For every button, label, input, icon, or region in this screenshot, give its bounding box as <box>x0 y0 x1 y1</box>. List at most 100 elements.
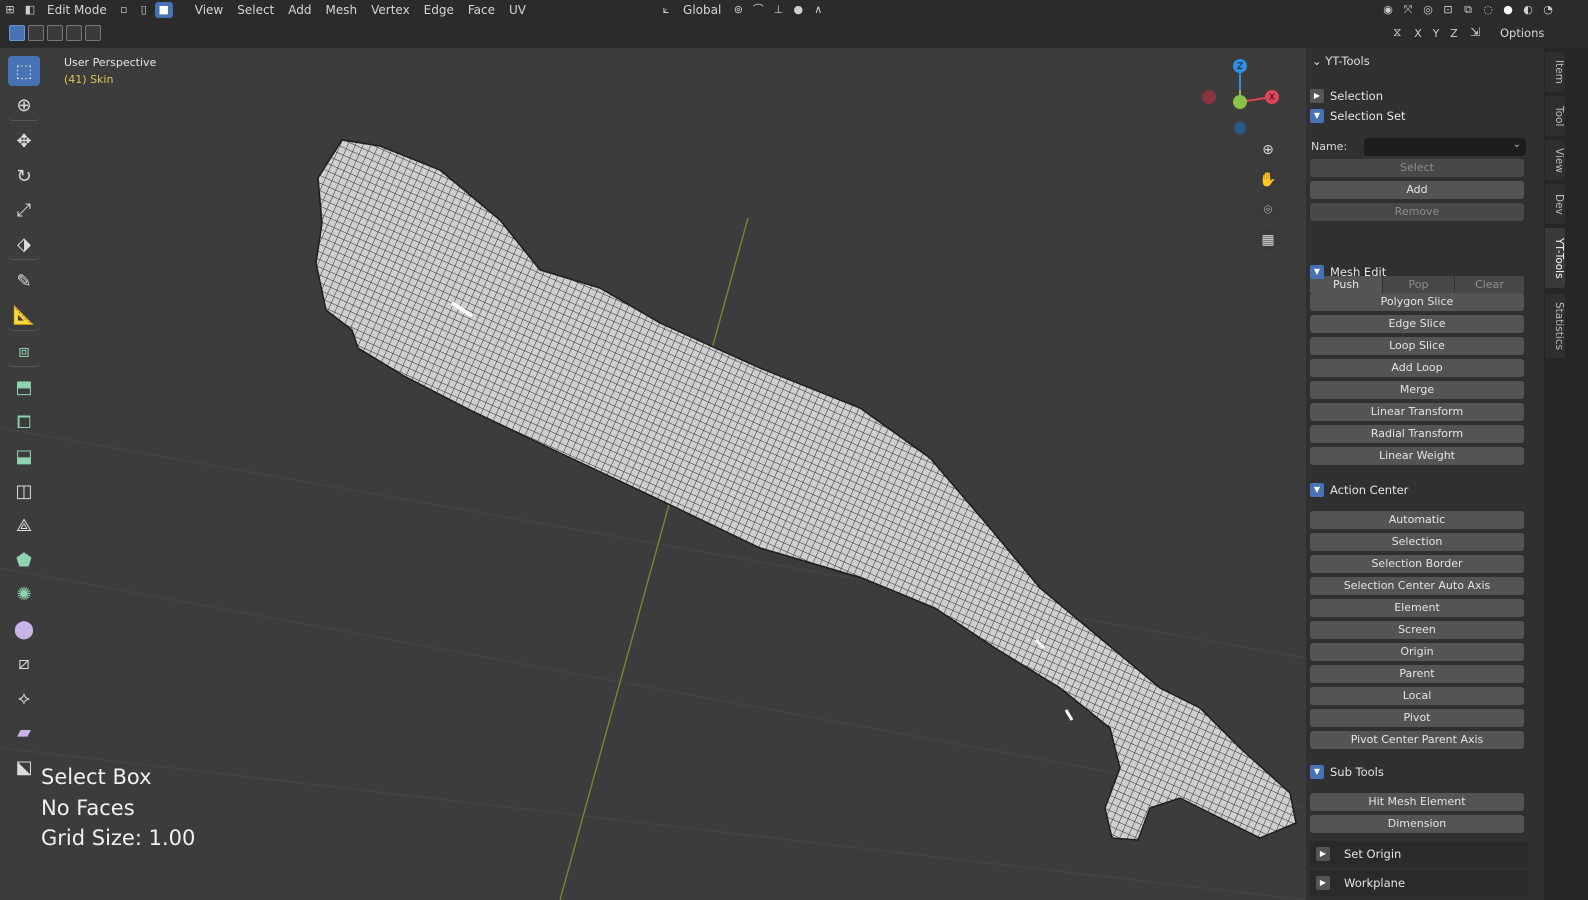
mesh-overlay-icon[interactable]: ⊡ <box>1439 2 1457 18</box>
pivot-button[interactable]: Pivot <box>1310 709 1524 727</box>
poly-build-tool-icon[interactable]: ⬟ <box>8 545 40 575</box>
options-dropdown[interactable]: Options <box>1500 26 1544 40</box>
proportional-edit-icon[interactable]: ● <box>789 2 807 18</box>
rendered-shading-icon[interactable]: ◔ <box>1539 2 1557 18</box>
neg-x-axis-handle[interactable] <box>1202 90 1216 104</box>
panel-header[interactable]: ⌄ YT-Tools <box>1312 54 1534 72</box>
tab-yt-tools[interactable]: YT-Tools <box>1545 228 1565 288</box>
pivot-center-parent-axis-button[interactable]: Pivot Center Parent Axis <box>1310 731 1524 749</box>
mirror-x-toggle[interactable]: X <box>1410 25 1426 43</box>
selection-button[interactable]: Selection <box>1310 533 1524 551</box>
menu-uv[interactable]: UV <box>502 0 533 20</box>
element-button[interactable]: Element <box>1310 599 1524 617</box>
selection-set-name-dropdown[interactable]: ⌄ <box>1364 138 1526 156</box>
tab-dev[interactable]: Dev <box>1545 184 1565 224</box>
face-select-icon[interactable]: ■ <box>155 2 173 18</box>
navigation-gizmo[interactable]: Z X <box>1195 55 1290 140</box>
local-button[interactable]: Local <box>1310 687 1524 705</box>
expand-triangle-icon[interactable]: ▶ <box>1316 847 1330 861</box>
cursor-tool-icon[interactable]: ⊕ <box>8 91 40 121</box>
polygon-slice-button[interactable]: Polygon Slice <box>1310 293 1524 311</box>
section-action-center[interactable]: ▼Action Center <box>1310 480 1528 500</box>
edge-slide-tool-icon[interactable]: ⧄ <box>8 649 40 679</box>
editor-type-icon[interactable]: ⊞ <box>1 2 19 18</box>
menu-mesh[interactable]: Mesh <box>319 0 365 20</box>
menu-face[interactable]: Face <box>461 0 502 20</box>
arm-mesh[interactable] <box>316 140 1296 840</box>
expand-triangle-icon[interactable]: ▶ <box>1316 876 1330 890</box>
menu-edge[interactable]: Edge <box>417 0 461 20</box>
zoom-icon[interactable]: ⊕ <box>1256 138 1280 162</box>
rotate-tool-icon[interactable]: ↻ <box>8 161 40 191</box>
annotate-tool-icon[interactable]: ✎ <box>8 266 40 296</box>
extend-selection-icon[interactable] <box>28 25 44 41</box>
hit-mesh-element-button[interactable]: Hit Mesh Element <box>1310 793 1524 811</box>
linear-transform-button[interactable]: Linear Transform <box>1310 403 1524 421</box>
section-mesh-edit[interactable]: ▼Mesh Edit <box>1310 262 1528 282</box>
collapse-triangle-icon[interactable]: ▼ <box>1310 265 1324 279</box>
parent-button[interactable]: Parent <box>1310 665 1524 683</box>
collapse-triangle-icon[interactable]: ▼ <box>1310 765 1324 779</box>
knife-tool-icon[interactable]: ⟁ <box>8 511 40 541</box>
visibility-icon[interactable]: ◉ <box>1379 2 1397 18</box>
menu-vertex[interactable]: Vertex <box>364 0 417 20</box>
extrude-tool-icon[interactable]: ⬒ <box>8 373 40 403</box>
panel-scroll-strip[interactable] <box>1566 48 1588 900</box>
section-selection-set[interactable]: ▼Selection Set <box>1310 106 1528 126</box>
snap-target-icon[interactable]: ⊥ <box>769 2 787 18</box>
solid-shading-icon[interactable]: ● <box>1499 2 1517 18</box>
subpanel-workplane[interactable]: ▶Workplane <box>1310 870 1528 896</box>
vertex-select-icon[interactable]: ▫ <box>115 2 133 18</box>
add-cube-tool-icon[interactable]: ⧈ <box>8 337 40 367</box>
tab-statistics[interactable]: Statistics <box>1545 294 1565 358</box>
menu-view[interactable]: View <box>188 0 230 20</box>
rip-region-tool-icon[interactable]: ⬕ <box>8 752 40 782</box>
gizmo-icon[interactable]: ⤧ <box>1399 2 1417 18</box>
3d-viewport[interactable]: ⬚ ⊕ ✥ ↻ ⤢ ⬗ ✎ 📐 ⧈ ⬒ ⧠ ⬓ ◫ ⟁ ⬟ ✺ ⬤ ⧄ ⟡ ▰ … <box>0 48 1306 900</box>
mirror-z-toggle[interactable]: Z <box>1446 25 1462 43</box>
loop-slice-button[interactable]: Loop Slice <box>1310 337 1524 355</box>
invert-selection-icon[interactable] <box>66 25 82 41</box>
selection-center-auto-axis-button[interactable]: Selection Center Auto Axis <box>1310 577 1524 595</box>
edge-slice-button[interactable]: Edge Slice <box>1310 315 1524 333</box>
shrink-fatten-tool-icon[interactable]: ⟡ <box>8 683 40 713</box>
shear-tool-icon[interactable]: ▰ <box>8 718 40 748</box>
collapse-triangle-icon[interactable]: ▼ <box>1310 109 1324 123</box>
origin-button[interactable]: Origin <box>1310 643 1524 661</box>
radial-transform-button[interactable]: Radial Transform <box>1310 425 1524 443</box>
pan-hand-icon[interactable]: ✋ <box>1256 168 1280 192</box>
snap-icon[interactable]: ⌒ <box>749 2 767 18</box>
y-axis-handle[interactable] <box>1233 95 1247 109</box>
neg-z-axis-handle[interactable] <box>1234 122 1246 134</box>
auto-merge-icon[interactable]: ⇲ <box>1470 25 1480 39</box>
select-set-button[interactable]: Select <box>1310 159 1524 177</box>
wireframe-shading-icon[interactable]: ◌ <box>1479 2 1497 18</box>
falloff-icon[interactable]: ∧ <box>809 2 827 18</box>
collapse-triangle-icon[interactable]: ▼ <box>1310 483 1324 497</box>
measure-tool-icon[interactable]: 📐 <box>8 301 40 331</box>
transform-tool-icon[interactable]: ⬗ <box>8 230 40 260</box>
tab-tool[interactable]: Tool <box>1545 96 1565 136</box>
dimension-button[interactable]: Dimension <box>1310 815 1524 833</box>
add-set-button[interactable]: Add <box>1310 181 1524 199</box>
merge-button[interactable]: Merge <box>1310 381 1524 399</box>
mirror-y-toggle[interactable]: Y <box>1428 25 1444 43</box>
selection-border-button[interactable]: Selection Border <box>1310 555 1524 573</box>
menu-select[interactable]: Select <box>230 0 281 20</box>
xray-icon[interactable]: ⧉ <box>1459 2 1477 18</box>
section-sub-tools[interactable]: ▼Sub Tools <box>1310 762 1528 782</box>
scale-tool-icon[interactable]: ⤢ <box>8 196 40 226</box>
material-shading-icon[interactable]: ◐ <box>1519 2 1537 18</box>
pivot-icon[interactable]: ⊚ <box>729 2 747 18</box>
automatic-button[interactable]: Automatic <box>1310 511 1524 529</box>
orientation-dropdown[interactable]: Global <box>676 0 728 20</box>
intersect-selection-icon[interactable] <box>85 25 101 41</box>
select-box-tool-icon[interactable]: ⬚ <box>8 56 40 86</box>
bevel-tool-icon[interactable]: ⬓ <box>8 442 40 472</box>
tab-item[interactable]: Item <box>1545 52 1565 92</box>
section-selection[interactable]: ▶Selection <box>1310 86 1528 106</box>
new-selection-icon[interactable] <box>9 25 25 41</box>
smooth-tool-icon[interactable]: ⬤ <box>8 614 40 644</box>
edge-select-icon[interactable]: ▯ <box>135 2 153 18</box>
menu-add[interactable]: Add <box>281 0 318 20</box>
